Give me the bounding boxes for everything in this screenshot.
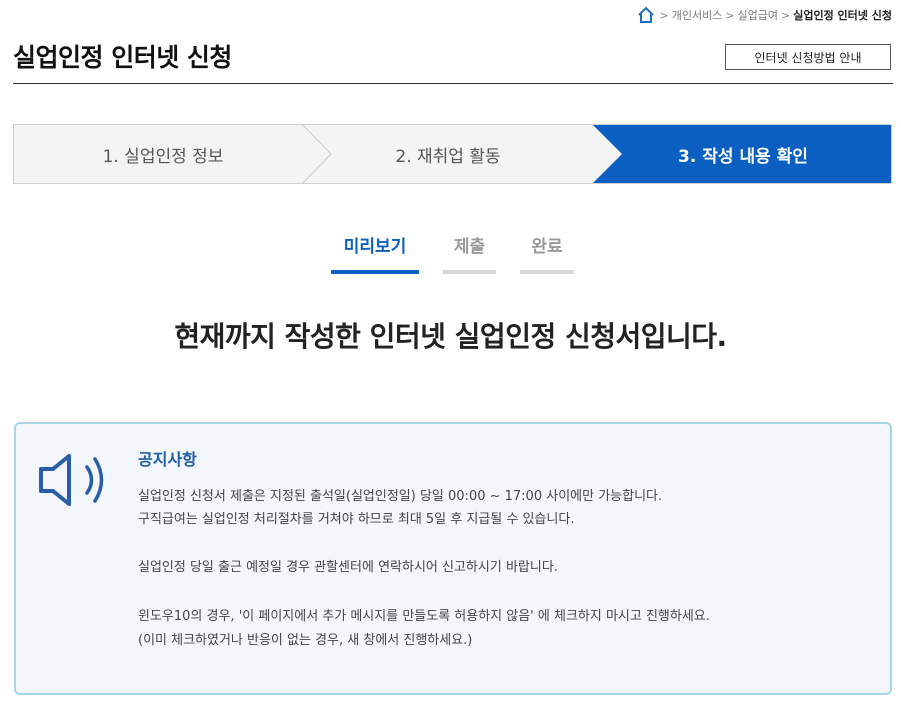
headline: 현재까지 작성한 인터넷 실업인정 신청서입니다. [174,320,727,353]
sub-tabs: 미리보기 제출 완료 [0,233,901,274]
breadcrumb-item-current: 실업인정 인터넷 신청 [793,9,892,22]
breadcrumb-separator: > [659,8,669,22]
page-title: 실업인정 인터넷 신청 [13,43,232,72]
breadcrumb-separator: > [781,8,791,22]
guide-button[interactable]: 인터넷 신청방법 안내 [725,44,891,70]
notice-title: 공지사항 [138,450,197,469]
breadcrumb-separator: > [725,8,735,22]
speaker-icon [38,452,110,508]
title-divider [13,83,893,84]
notice-line: 실업인정 신청서 제출은 지정된 출석일(실업인정일) 당일 00:00 ~ 1… [138,489,663,504]
step-indicator: 1. 실업인정 정보 2. 재취업 활동 3. 작성 내용 확인 [13,124,892,184]
step-1: 1. 실업인정 정보 [102,146,224,167]
breadcrumb-item-unemployment-benefit[interactable]: 실업급여 [738,7,778,23]
notice-line: 윈도우10의 경우, '이 페이지에서 추가 메시지를 만들도록 허용하지 않음… [138,609,710,624]
tab-submit[interactable]: 제출 [443,233,496,274]
notice-box: 공지사항 실업인정 신청서 제출은 지정된 출석일(실업인정일) 당일 00:0… [14,422,892,695]
tab-complete[interactable]: 완료 [520,233,574,274]
home-icon[interactable] [637,6,655,24]
breadcrumb-item-personal-service[interactable]: 개인서비스 [672,7,723,23]
step-3-active: 3. 작성 내용 확인 [678,146,808,167]
notice-line: (이미 체크하였거나 반응이 없는 경우, 새 창에서 진행하세요.) [138,633,473,648]
breadcrumb: > 개인서비스 > 실업급여 > 실업인정 인터넷 신청 [637,6,892,24]
notice-line: 구직급여는 실업인정 처리절차를 거쳐야 하므로 최대 5일 후 지급될 수 있… [138,512,575,527]
step-2: 2. 재취업 활동 [395,146,501,167]
notice-line: 실업인정 당일 출근 예정일 경우 관할센터에 연락하시어 신고하시기 바랍니다… [138,560,558,575]
tab-preview[interactable]: 미리보기 [331,233,419,274]
